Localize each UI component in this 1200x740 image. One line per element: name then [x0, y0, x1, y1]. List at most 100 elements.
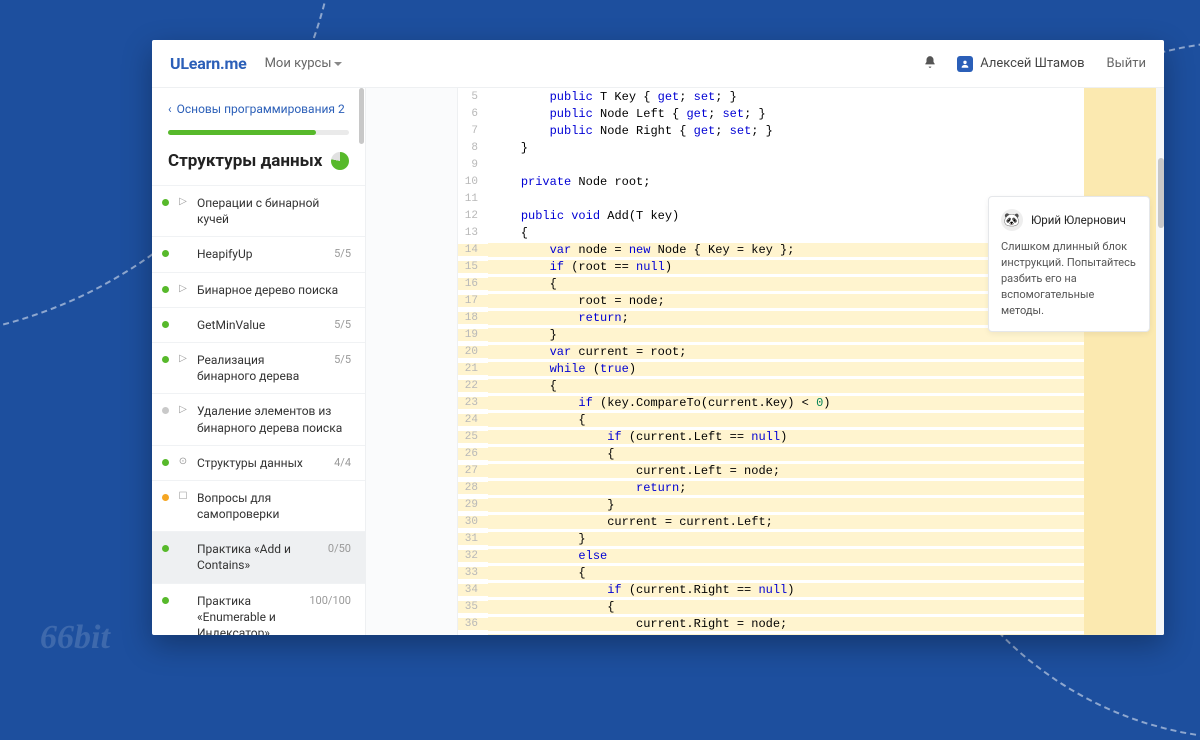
- code-line[interactable]: 24 {: [458, 411, 1084, 428]
- code-line[interactable]: 22 {: [458, 377, 1084, 394]
- status-dot: [162, 494, 169, 501]
- lesson-name: Структуры данных: [197, 455, 326, 471]
- lesson-item[interactable]: ▷Операции с бинарной кучей: [152, 185, 365, 236]
- lesson-item[interactable]: ☐Вопросы для самопроверки: [152, 480, 365, 531]
- my-courses-label: Мои курсы: [265, 56, 332, 71]
- lesson-name: Операции с бинарной кучей: [197, 195, 351, 227]
- line-number: 14: [458, 244, 488, 256]
- line-number: 26: [458, 448, 488, 460]
- code-line[interactable]: 33 {: [458, 564, 1084, 581]
- line-code: if (current.Left == null): [488, 430, 1084, 444]
- line-number: 8: [458, 142, 488, 154]
- lesson-item[interactable]: Практика «Enumerable и Индексатор» 100/10…: [152, 583, 365, 635]
- line-number: 23: [458, 397, 488, 409]
- line-number: 16: [458, 278, 488, 290]
- code-line[interactable]: 9: [458, 156, 1084, 173]
- lesson-item[interactable]: HeapifyUp5/5: [152, 236, 365, 271]
- comment-text: Слишком длинный блок инструкций. Попытай…: [1001, 239, 1137, 319]
- code-line[interactable]: 30 current = current.Left;: [458, 513, 1084, 530]
- code-line[interactable]: 35 {: [458, 598, 1084, 615]
- line-code: while (true): [488, 362, 1084, 376]
- lesson-name: GetMinValue: [197, 317, 326, 333]
- sidebar-scrollbar[interactable]: [359, 88, 364, 144]
- lesson-type-icon: ⊙: [177, 456, 189, 467]
- line-number: 32: [458, 550, 488, 562]
- line-number: 33: [458, 567, 488, 579]
- line-code: else: [488, 549, 1084, 563]
- line-number: 37: [458, 635, 488, 636]
- review-comment[interactable]: 🐼 Юрий Юлернович Слишком длинный блок ин…: [988, 196, 1150, 332]
- line-number: 18: [458, 312, 488, 324]
- line-code: {: [488, 413, 1084, 427]
- line-number: 5: [458, 91, 488, 103]
- line-code: current.Right = node;: [488, 617, 1084, 631]
- logout-link[interactable]: Выйти: [1107, 56, 1146, 71]
- code-line[interactable]: 29 }: [458, 496, 1084, 513]
- line-number: 35: [458, 601, 488, 613]
- line-number: 7: [458, 125, 488, 137]
- line-number: 25: [458, 431, 488, 443]
- lesson-item[interactable]: Практика «Add и Contains»0/50: [152, 531, 365, 582]
- line-code: }: [488, 532, 1084, 546]
- editor-scrollbar[interactable]: [1158, 158, 1164, 228]
- lesson-type-icon: ☐: [177, 491, 189, 502]
- code-line[interactable]: 26 {: [458, 445, 1084, 462]
- lesson-list: ▷Операции с бинарной кучейHeapifyUp5/5▷Б…: [152, 185, 365, 635]
- code-line[interactable]: 31 }: [458, 530, 1084, 547]
- code-line[interactable]: 28 return;: [458, 479, 1084, 496]
- user-menu[interactable]: Алексей Штамов: [957, 56, 1084, 72]
- status-dot: [162, 407, 169, 414]
- lesson-item[interactable]: GetMinValue5/5: [152, 307, 365, 342]
- code-line[interactable]: 7 public Node Right { get; set; }: [458, 122, 1084, 139]
- line-code: public T Key { get; set; }: [488, 90, 1084, 104]
- breadcrumb[interactable]: ‹ Основы программирования 2: [152, 88, 365, 122]
- lesson-score: 5/5: [334, 353, 351, 366]
- lesson-type-icon: ▷: [177, 404, 189, 415]
- code-line[interactable]: 37 return;: [458, 632, 1084, 635]
- lesson-name: Реализация бинарного дерева: [197, 352, 326, 384]
- code-line[interactable]: 27 current.Left = node;: [458, 462, 1084, 479]
- code-line[interactable]: 23 if (key.CompareTo(current.Key) < 0): [458, 394, 1084, 411]
- line-code: public Node Left { get; set; }: [488, 107, 1084, 121]
- lesson-score: 0/50: [328, 542, 351, 555]
- header: ULearn.me Мои курсы Алексей Штамов Выйти: [152, 40, 1164, 88]
- line-code: var current = root;: [488, 345, 1084, 359]
- line-number: 13: [458, 227, 488, 239]
- code-line[interactable]: 25 if (current.Left == null): [458, 428, 1084, 445]
- lesson-item[interactable]: ⊙Структуры данных4/4: [152, 445, 365, 480]
- line-number: 20: [458, 346, 488, 358]
- code-line[interactable]: 20 var current = root;: [458, 343, 1084, 360]
- lesson-item[interactable]: ▷Удаление элементов из бинарного дерева …: [152, 393, 365, 444]
- lesson-item[interactable]: ▷Бинарное дерево поиска: [152, 272, 365, 307]
- lesson-item[interactable]: ▷Реализация бинарного дерева5/5: [152, 342, 365, 393]
- code-line[interactable]: 8 }: [458, 139, 1084, 156]
- code-line[interactable]: 32 else: [458, 547, 1084, 564]
- code-editor[interactable]: 5 public T Key { get; set; }6 public Nod…: [458, 88, 1164, 635]
- lesson-type-icon: ▷: [177, 283, 189, 294]
- code-pane[interactable]: 5 public T Key { get; set; }6 public Nod…: [458, 88, 1084, 635]
- code-line[interactable]: 6 public Node Left { get; set; }: [458, 105, 1084, 122]
- code-line[interactable]: 5 public T Key { get; set; }: [458, 88, 1084, 105]
- code-line[interactable]: 34 if (current.Right == null): [458, 581, 1084, 598]
- bell-icon[interactable]: [923, 55, 937, 73]
- code-line[interactable]: 21 while (true): [458, 360, 1084, 377]
- status-dot: [162, 459, 169, 466]
- line-number: 17: [458, 295, 488, 307]
- lesson-score: 100/100: [309, 594, 351, 607]
- lesson-name: Практика «Enumerable и Индексатор»: [197, 593, 301, 635]
- line-number: 12: [458, 210, 488, 222]
- brand-logo[interactable]: ULearn.me: [170, 54, 247, 73]
- line-number: 19: [458, 329, 488, 341]
- line-number: 29: [458, 499, 488, 511]
- my-courses-link[interactable]: Мои курсы: [265, 56, 343, 71]
- code-line[interactable]: 36 current.Right = node;: [458, 615, 1084, 632]
- line-number: 24: [458, 414, 488, 426]
- line-code: current.Left = node;: [488, 464, 1084, 478]
- line-number: 21: [458, 363, 488, 375]
- line-code: {: [488, 566, 1084, 580]
- code-line[interactable]: 10 private Node root;: [458, 173, 1084, 190]
- line-code: {: [488, 447, 1084, 461]
- highlight-gutter: [1084, 88, 1164, 635]
- line-code: }: [488, 141, 1084, 155]
- status-dot: [162, 321, 169, 328]
